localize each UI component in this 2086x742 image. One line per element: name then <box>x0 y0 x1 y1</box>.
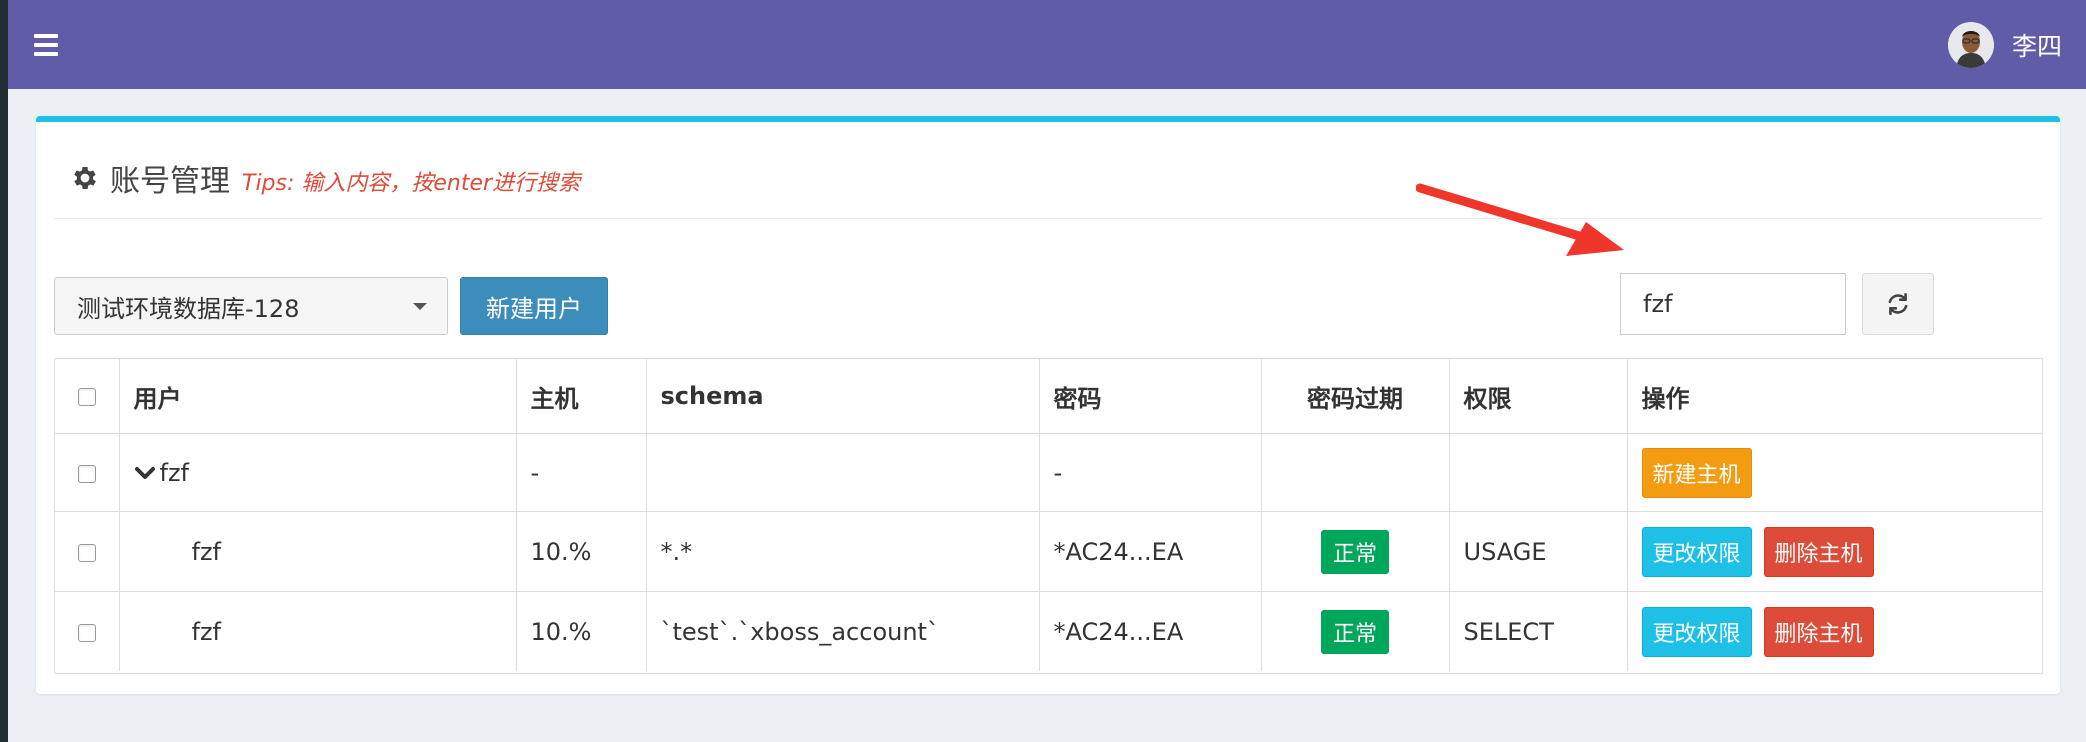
edit-privilege-button[interactable]: 更改权限 <box>1641 606 1752 657</box>
password-cell: *AC24...EA <box>1039 591 1262 671</box>
divider <box>54 218 2042 219</box>
new-host-button[interactable]: 新建主机 <box>1641 447 1752 498</box>
actions-cell: 更改权限 删除主机 <box>1627 511 2042 592</box>
expired-cell: 正常 <box>1261 511 1450 592</box>
accounts-table: 用户 主机 schema 密码 密码过期 权限 操作 fzf - - 新建主机 … <box>54 358 2043 674</box>
delete-host-button[interactable]: 删除主机 <box>1763 526 1874 577</box>
username-label: 李四 <box>2011 32 2062 61</box>
table-header-row: 用户 主机 schema 密码 密码过期 权限 操作 <box>55 359 2042 434</box>
column-header-host: 主机 <box>516 359 647 434</box>
select-all-checkbox[interactable] <box>77 388 96 406</box>
edit-privilege-button[interactable]: 更改权限 <box>1641 526 1752 577</box>
schema-cell: *.* <box>646 511 1040 592</box>
column-header-schema: schema <box>646 359 1040 434</box>
privilege-cell <box>1449 433 1628 512</box>
top-navbar: 李四 <box>8 0 2086 89</box>
expired-cell: 正常 <box>1261 591 1450 671</box>
delete-host-button[interactable]: 删除主机 <box>1763 606 1874 657</box>
table-row-group: fzf - - 新建主机 <box>55 433 2042 512</box>
privilege-cell: USAGE <box>1449 511 1628 592</box>
database-select-value: 测试环境数据库-128 <box>77 294 300 323</box>
status-badge: 正常 <box>1320 529 1389 574</box>
user-menu[interactable]: 李四 <box>1947 22 2062 68</box>
user-cell: fzf <box>119 591 517 671</box>
status-badge: 正常 <box>1320 609 1389 654</box>
table-row: fzf 10.% *.* *AC24...EA 正常 USAGE 更改权限 删除主… <box>55 511 2042 592</box>
search-input[interactable] <box>1620 273 1846 335</box>
avatar <box>1947 22 1994 68</box>
column-header-password: 密码 <box>1039 359 1262 434</box>
host-cell: - <box>516 433 647 512</box>
row-checkbox[interactable] <box>77 464 96 483</box>
privilege-cell: SELECT <box>1449 591 1628 671</box>
annotation-arrow-icon <box>1416 183 1624 256</box>
search-tips: Tips: 输入内容，按enter进行搜索 <box>242 171 581 196</box>
user-name: fzf <box>159 458 190 487</box>
column-header-user: 用户 <box>119 359 517 434</box>
database-select[interactable]: 测试环境数据库-128 <box>54 277 448 335</box>
new-user-button[interactable]: 新建用户 <box>460 277 608 335</box>
table-row: fzf 10.% `test`.`xboss_account` *AC24...… <box>55 591 2042 672</box>
row-checkbox[interactable] <box>77 623 96 642</box>
schema-cell: `test`.`xboss_account` <box>646 591 1040 671</box>
column-header-password-expired: 密码过期 <box>1261 359 1450 434</box>
actions-cell: 新建主机 <box>1627 433 2042 512</box>
password-cell: - <box>1039 433 1262 512</box>
schema-cell <box>646 433 1040 512</box>
select-all-cell <box>55 359 120 434</box>
hamburger-icon[interactable] <box>34 34 58 56</box>
caret-down-icon <box>413 303 427 310</box>
refresh-button[interactable] <box>1862 273 1934 335</box>
panel-header: 账号管理 Tips: 输入内容，按enter进行搜索 <box>70 156 580 200</box>
refresh-icon <box>1888 292 1908 316</box>
account-management-panel: 账号管理 Tips: 输入内容，按enter进行搜索 测试环境数据库-128 新… <box>36 116 2060 694</box>
page-title: 账号管理 <box>110 164 230 199</box>
gear-icon <box>74 167 96 189</box>
host-cell: 10.% <box>516 511 647 592</box>
user-cell[interactable]: fzf <box>119 433 517 512</box>
password-cell: *AC24...EA <box>1039 511 1262 592</box>
host-cell: 10.% <box>516 591 647 671</box>
sidebar-edge <box>0 0 8 742</box>
column-header-privilege: 权限 <box>1449 359 1628 434</box>
user-cell: fzf <box>119 511 517 592</box>
actions-cell: 更改权限 删除主机 <box>1627 592 2042 672</box>
expired-cell <box>1261 433 1450 512</box>
chevron-down-icon[interactable] <box>134 466 156 482</box>
column-header-actions: 操作 <box>1627 359 2042 434</box>
row-checkbox[interactable] <box>77 543 96 562</box>
